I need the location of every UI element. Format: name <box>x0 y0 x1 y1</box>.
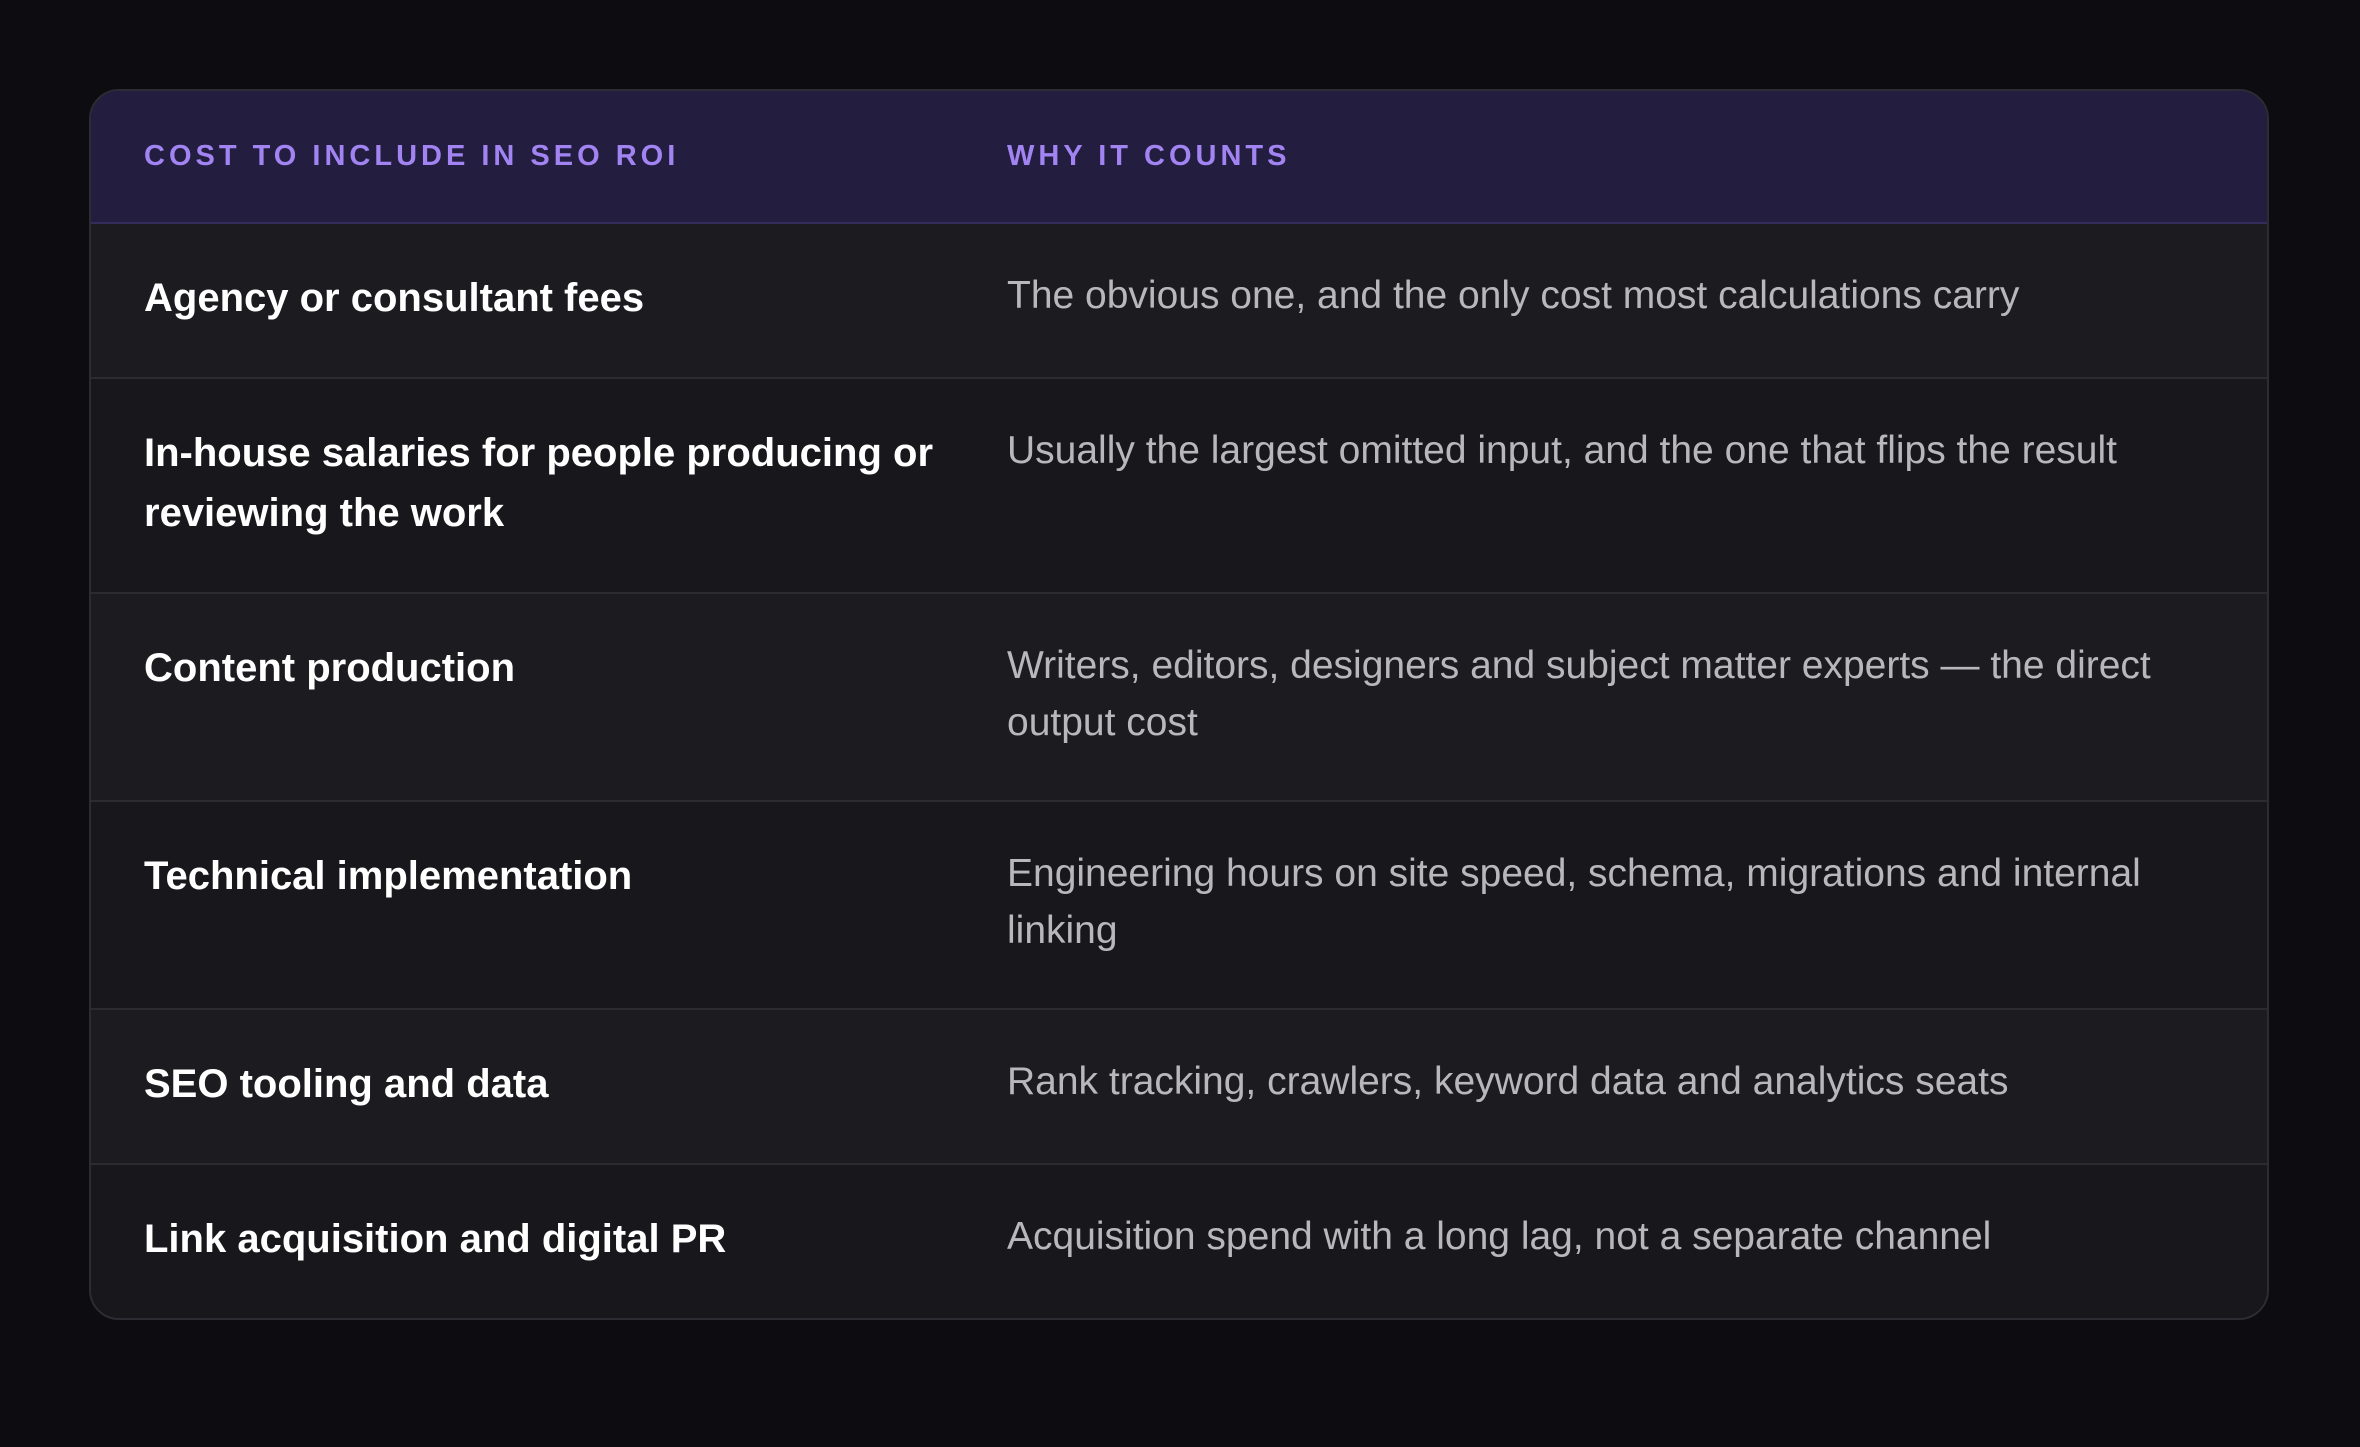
table-row: In-house salaries for people producing o… <box>91 377 2267 592</box>
cost-cell: Content production <box>144 646 516 690</box>
table-row: Link acquisition and digital PR Acquisit… <box>91 1163 2267 1318</box>
cost-cell: Agency or consultant fees <box>144 276 645 320</box>
column-header-why: Why it counts <box>1007 140 1291 172</box>
table-row: SEO tooling and data Rank tracking, craw… <box>91 1008 2267 1163</box>
table-row: Technical implementation Engineering hou… <box>91 800 2267 1008</box>
seo-roi-cost-table: Cost to include in SEO ROI Why it counts… <box>89 89 2269 1320</box>
why-cell: Engineering hours on site speed, schema,… <box>1007 852 2141 952</box>
why-cell: Writers, editors, designers and subject … <box>1007 644 2151 744</box>
cost-cell: SEO tooling and data <box>144 1062 549 1106</box>
cost-cell: Link acquisition and digital PR <box>144 1217 727 1261</box>
cost-cell: In-house salaries for people producing o… <box>144 431 934 535</box>
why-cell: The obvious one, and the only cost most … <box>1007 274 2020 317</box>
why-cell: Rank tracking, crawlers, keyword data an… <box>1007 1060 2009 1103</box>
table-row: Agency or consultant fees The obvious on… <box>91 224 2267 377</box>
table-header-row: Cost to include in SEO ROI Why it counts <box>91 91 2267 224</box>
why-cell: Acquisition spend with a long lag, not a… <box>1007 1215 1992 1258</box>
table-row: Content production Writers, editors, des… <box>91 592 2267 800</box>
column-header-cost: Cost to include in SEO ROI <box>144 140 680 172</box>
why-cell: Usually the largest omitted input, and t… <box>1007 429 2117 472</box>
cost-cell: Technical implementation <box>144 854 633 898</box>
